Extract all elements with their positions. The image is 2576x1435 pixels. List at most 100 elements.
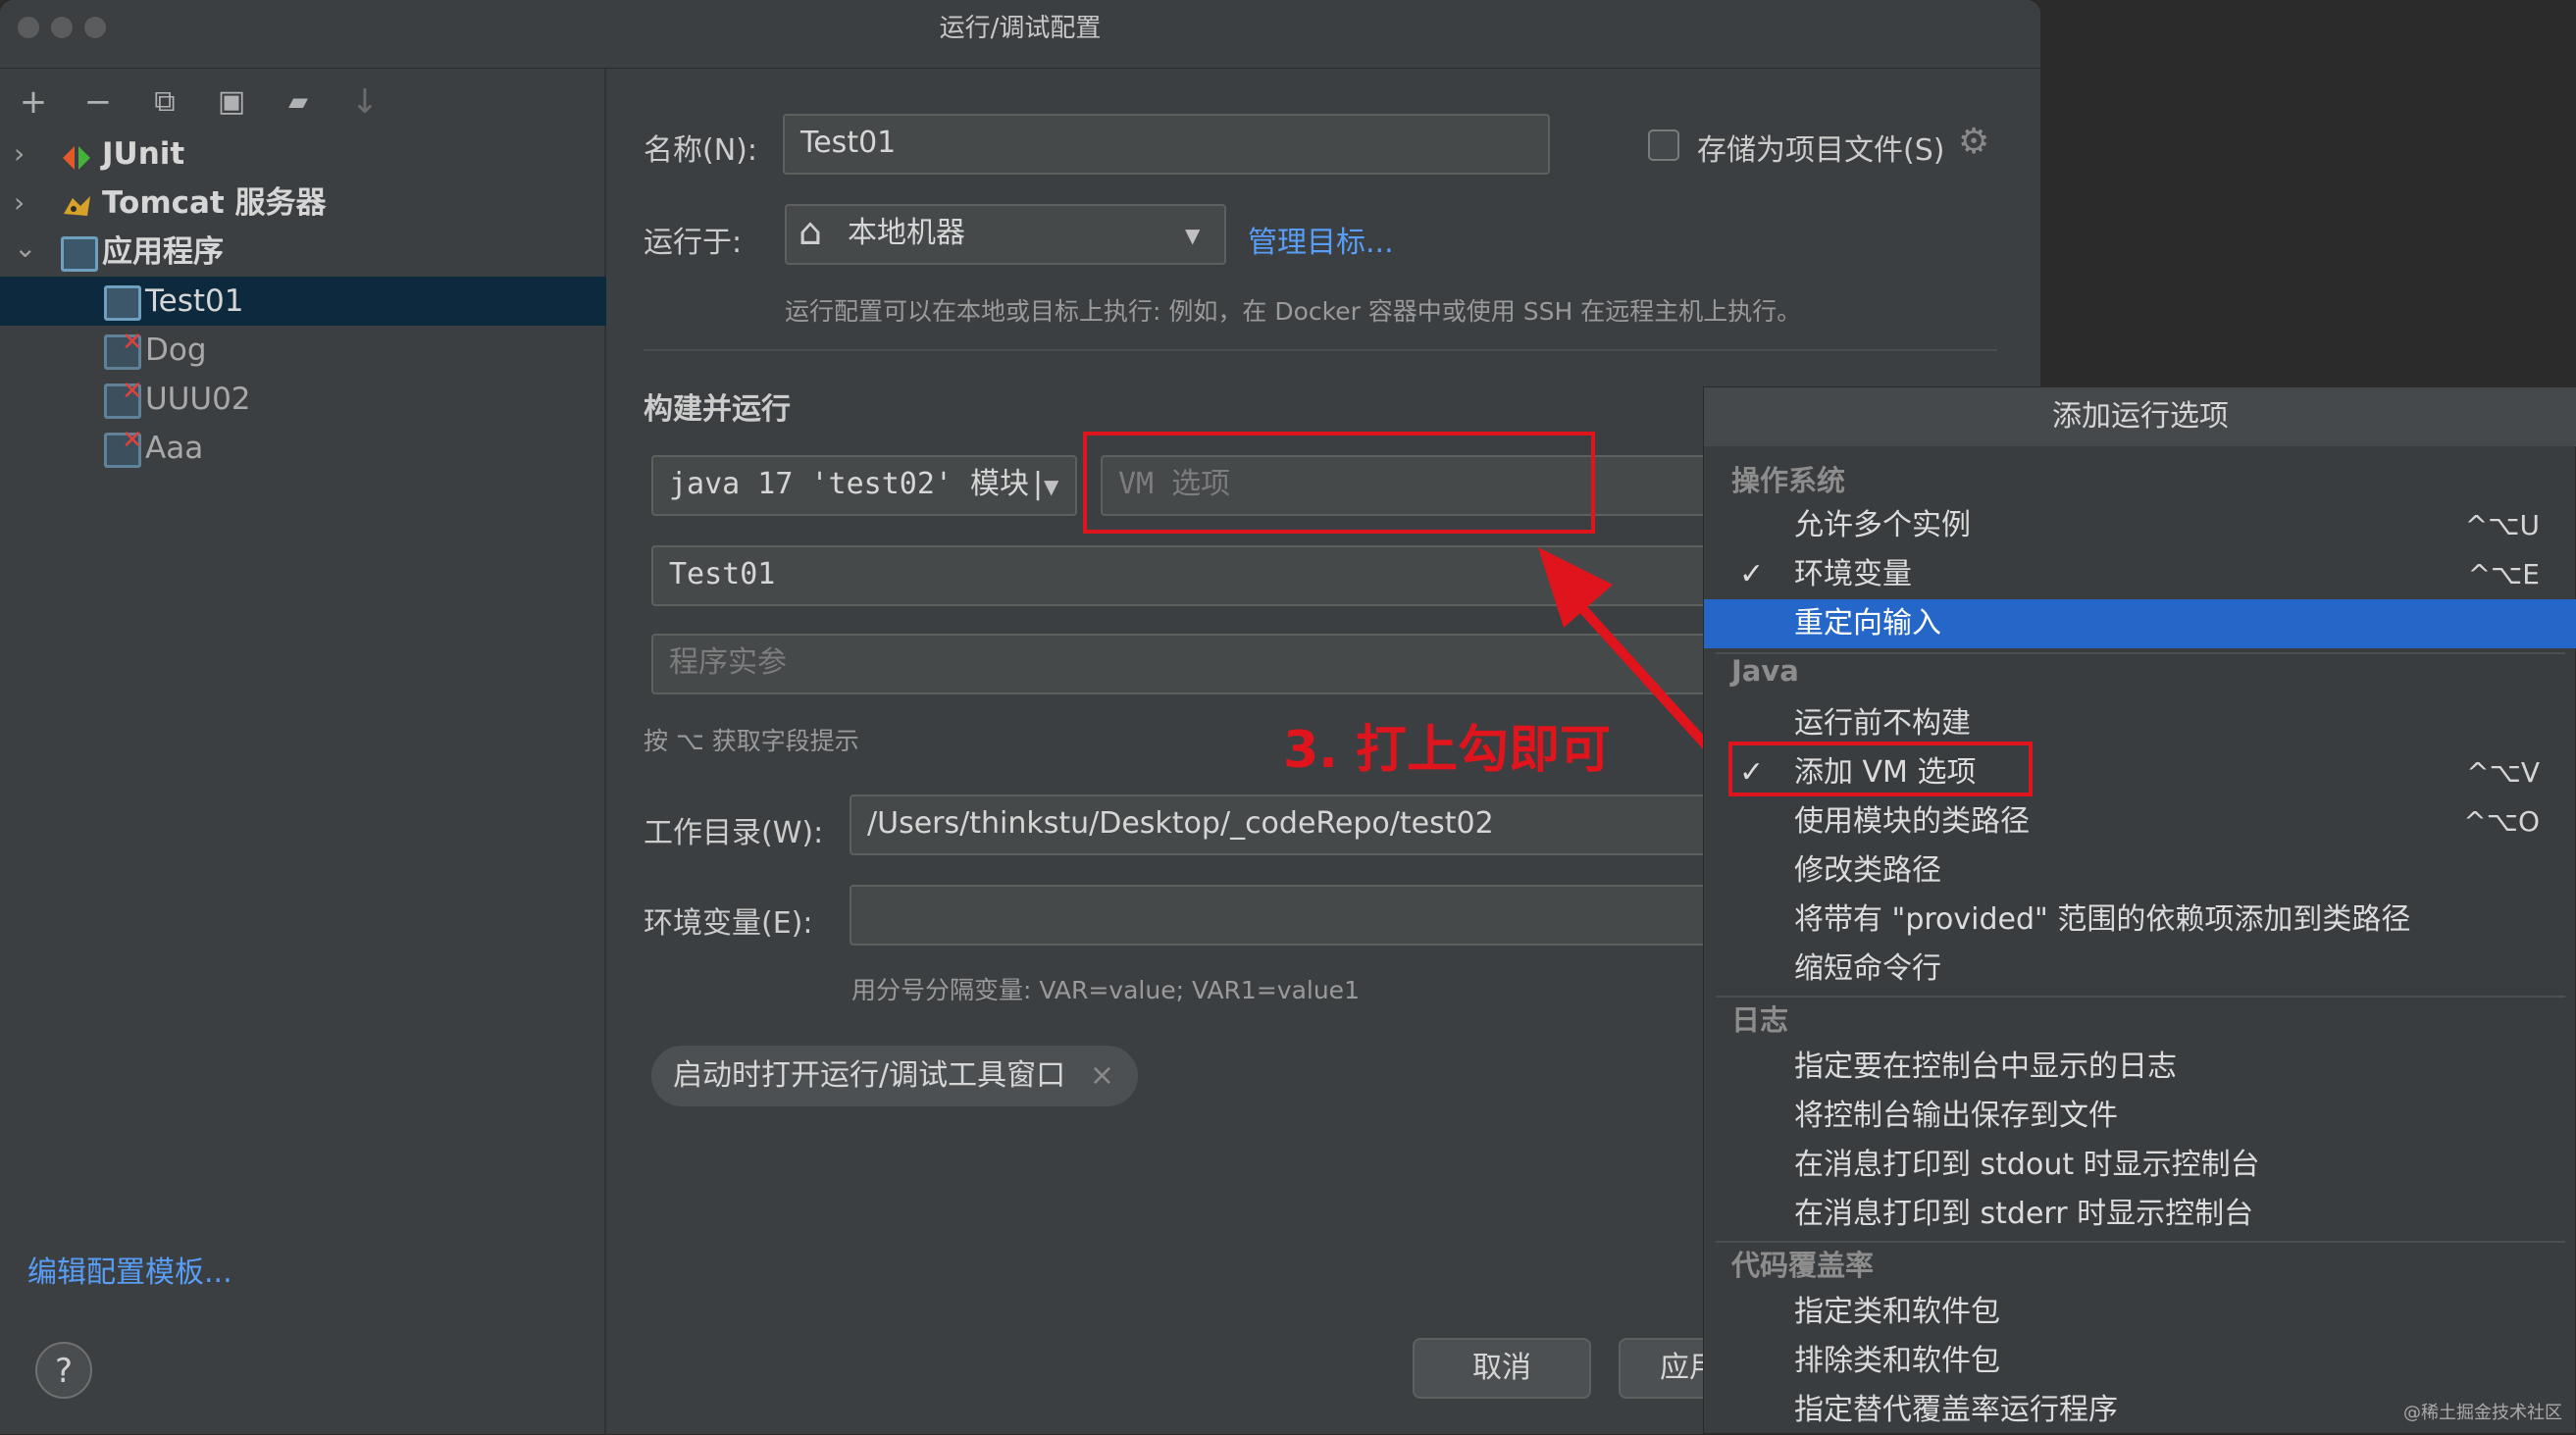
close-icon[interactable]: × bbox=[1090, 1046, 1114, 1106]
edit-templates-link[interactable]: 编辑配置模板... bbox=[27, 1248, 232, 1291]
option-redirect-input[interactable]: 重定向输入 bbox=[1704, 599, 2576, 648]
option-add-provided-deps[interactable]: 将带有 "provided" 范围的依赖项添加到类路径 bbox=[1704, 896, 2576, 945]
option-label: 在消息打印到 stdout 时显示控制台 bbox=[1794, 1148, 2260, 1182]
option-label: 将带有 "provided" 范围的依赖项添加到类路径 bbox=[1794, 902, 2411, 937]
tree-item-uuu02[interactable]: ✕ UUU02 bbox=[0, 375, 606, 424]
chevron-right-icon[interactable]: › bbox=[14, 129, 25, 179]
divider bbox=[1716, 652, 2565, 654]
annotation-box-vm-options bbox=[1083, 432, 1595, 534]
section-build-run: 构建并运行 bbox=[644, 392, 791, 427]
tree-item-aaa[interactable]: ✕ Aaa bbox=[0, 424, 606, 473]
option-label: 缩短命令行 bbox=[1794, 951, 1941, 986]
annotation-text: 3. 打上勾即可 bbox=[1283, 721, 1612, 780]
shortcut-hint: ^⌥O bbox=[2463, 805, 2540, 838]
workdir-field[interactable]: /Users/thinkstu/Desktop/_codeRepo/test02 bbox=[850, 794, 1791, 855]
chevron-down-icon[interactable]: ⌄ bbox=[14, 224, 36, 273]
shortcut-hint: ^⌥U bbox=[2464, 509, 2540, 541]
name-field[interactable]: Test01 bbox=[783, 114, 1550, 175]
option-label: 允许多个实例 bbox=[1794, 508, 1971, 542]
plus-icon[interactable]: + bbox=[14, 82, 53, 122]
tree-group-label: 应用程序 bbox=[102, 234, 224, 270]
copy-icon[interactable]: ⧉ bbox=[145, 82, 184, 122]
jdk-select[interactable]: java 17 'test02' 模块| bbox=[651, 455, 1077, 516]
option-label: 修改类路径 bbox=[1794, 853, 1941, 888]
cancel-button[interactable]: 取消 bbox=[1413, 1338, 1591, 1399]
option-use-module-classpath[interactable]: 使用模块的类路径 ^⌥O bbox=[1704, 797, 2576, 846]
checkmark-icon: ✓ bbox=[1739, 557, 1765, 591]
save-icon[interactable]: ▣ bbox=[212, 82, 251, 122]
store-as-project-file-checkbox[interactable] bbox=[1648, 129, 1679, 161]
tree-group-junit[interactable]: › JUnit bbox=[0, 129, 606, 179]
group-java: Java bbox=[1731, 654, 1799, 688]
title-bar: 运行/调试配置 bbox=[0, 0, 2040, 69]
tree-group-tomcat[interactable]: › Tomcat 服务器 bbox=[0, 179, 606, 228]
name-label: 名称(N): bbox=[644, 133, 757, 168]
application-icon bbox=[61, 236, 98, 272]
option-save-console-output[interactable]: 将控制台输出保存到文件 bbox=[1704, 1092, 2576, 1141]
tree-item-label: Aaa bbox=[145, 431, 204, 466]
option-label: 指定要在控制台中显示的日志 bbox=[1794, 1050, 2177, 1084]
group-os: 操作系统 bbox=[1731, 464, 1846, 497]
option-modify-classpath[interactable]: 修改类路径 bbox=[1704, 846, 2576, 896]
add-run-options-popup: 添加运行选项 操作系统 允许多个实例 ^⌥U ✓ 环境变量 ^⌥E 重定向输入 … bbox=[1703, 386, 2576, 1434]
option-show-console-stderr[interactable]: 在消息打印到 stderr 时显示控制台 bbox=[1704, 1190, 2576, 1239]
gear-icon[interactable]: ⚙ bbox=[1958, 122, 1989, 162]
tree-item-dog[interactable]: ✕ Dog bbox=[0, 326, 606, 375]
divider bbox=[644, 349, 1997, 351]
error-icon: ✕ bbox=[122, 328, 143, 357]
home-icon: ⌂ bbox=[799, 210, 823, 253]
help-button[interactable]: ? bbox=[35, 1342, 92, 1399]
option-specify-logs[interactable]: 指定要在控制台中显示的日志 bbox=[1704, 1043, 2576, 1092]
field-hint: 按 ⌥ 获取字段提示 bbox=[644, 727, 859, 755]
chip-label: 启动时打开运行/调试工具窗口 bbox=[673, 1058, 1066, 1093]
option-specify-packages[interactable]: 指定类和软件包 bbox=[1704, 1288, 2576, 1337]
config-icon bbox=[104, 285, 141, 321]
env-hint: 用分号分隔变量: VAR=value; VAR1=value1 bbox=[851, 976, 1360, 1004]
chevron-down-icon[interactable]: ▼ bbox=[1185, 224, 1200, 247]
option-show-console-stdout[interactable]: 在消息打印到 stdout 时显示控制台 bbox=[1704, 1141, 2576, 1190]
option-exclude-packages[interactable]: 排除类和软件包 bbox=[1704, 1337, 2576, 1386]
option-label: 将控制台输出保存到文件 bbox=[1794, 1099, 2118, 1133]
shortcut-hint: ^⌥E bbox=[2467, 558, 2540, 590]
option-label: 排除类和软件包 bbox=[1794, 1344, 2000, 1378]
tree-item-label: UUU02 bbox=[145, 382, 251, 417]
window-title: 运行/调试配置 bbox=[939, 14, 1102, 43]
tree-item-test01[interactable]: Test01 bbox=[0, 277, 606, 326]
folder-add-icon[interactable]: ▰ bbox=[279, 82, 318, 122]
tree-item-label: Test01 bbox=[145, 283, 244, 319]
run-on-value: 本地机器 bbox=[848, 216, 965, 250]
tree-item-label: Dog bbox=[145, 333, 207, 368]
open-tool-window-chip[interactable]: 启动时打开运行/调试工具窗口 × bbox=[651, 1046, 1138, 1106]
group-coverage: 代码覆盖率 bbox=[1731, 1249, 1875, 1282]
divider bbox=[1716, 996, 2565, 998]
run-on-hint: 运行配置可以在本地或目标上执行: 例如，在 Docker 容器中或使用 SSH … bbox=[785, 297, 1802, 326]
run-on-select[interactable]: 本地机器 bbox=[785, 204, 1226, 265]
error-icon: ✕ bbox=[122, 377, 143, 406]
option-label: 重定向输入 bbox=[1794, 606, 1941, 641]
option-label: 使用模块的类路径 bbox=[1794, 804, 2030, 839]
minus-icon[interactable]: − bbox=[78, 82, 118, 122]
manage-targets-link[interactable]: 管理目标... bbox=[1248, 218, 1394, 261]
popup-title: 添加运行选项 bbox=[1704, 387, 2576, 446]
tree-group-label: JUnit bbox=[102, 136, 185, 172]
watermark: @稀土掘金技术社区 bbox=[2403, 1403, 2562, 1423]
tree-group-label: Tomcat 服务器 bbox=[102, 185, 327, 221]
option-label: 在消息打印到 stderr 时显示控制台 bbox=[1794, 1197, 2254, 1231]
shortcut-hint: ^⌥V bbox=[2466, 756, 2540, 789]
option-shorten-command-line[interactable]: 缩短命令行 bbox=[1704, 945, 2576, 994]
option-label: 指定类和软件包 bbox=[1794, 1295, 2000, 1329]
sort-icon[interactable]: ↓ bbox=[345, 82, 385, 122]
chevron-right-icon[interactable]: › bbox=[14, 179, 25, 228]
option-environment-variables[interactable]: ✓ 环境变量 ^⌥E bbox=[1704, 550, 2576, 599]
option-allow-multiple-instances[interactable]: 允许多个实例 ^⌥U bbox=[1704, 501, 2576, 550]
env-field[interactable] bbox=[850, 885, 1791, 946]
tree-group-application[interactable]: ⌄ 应用程序 bbox=[0, 228, 606, 277]
option-label: 指定替代覆盖率运行程序 bbox=[1794, 1393, 2118, 1427]
tomcat-icon bbox=[61, 187, 92, 217]
store-as-project-file-label: 存储为项目文件(S) bbox=[1697, 133, 1945, 168]
chevron-down-icon[interactable]: ▼ bbox=[1044, 475, 1058, 498]
option-label: 环境变量 bbox=[1794, 557, 1912, 591]
group-log: 日志 bbox=[1731, 1003, 1789, 1037]
workdir-label: 工作目录(W): bbox=[644, 816, 824, 850]
run-on-label: 运行于: bbox=[644, 226, 743, 260]
